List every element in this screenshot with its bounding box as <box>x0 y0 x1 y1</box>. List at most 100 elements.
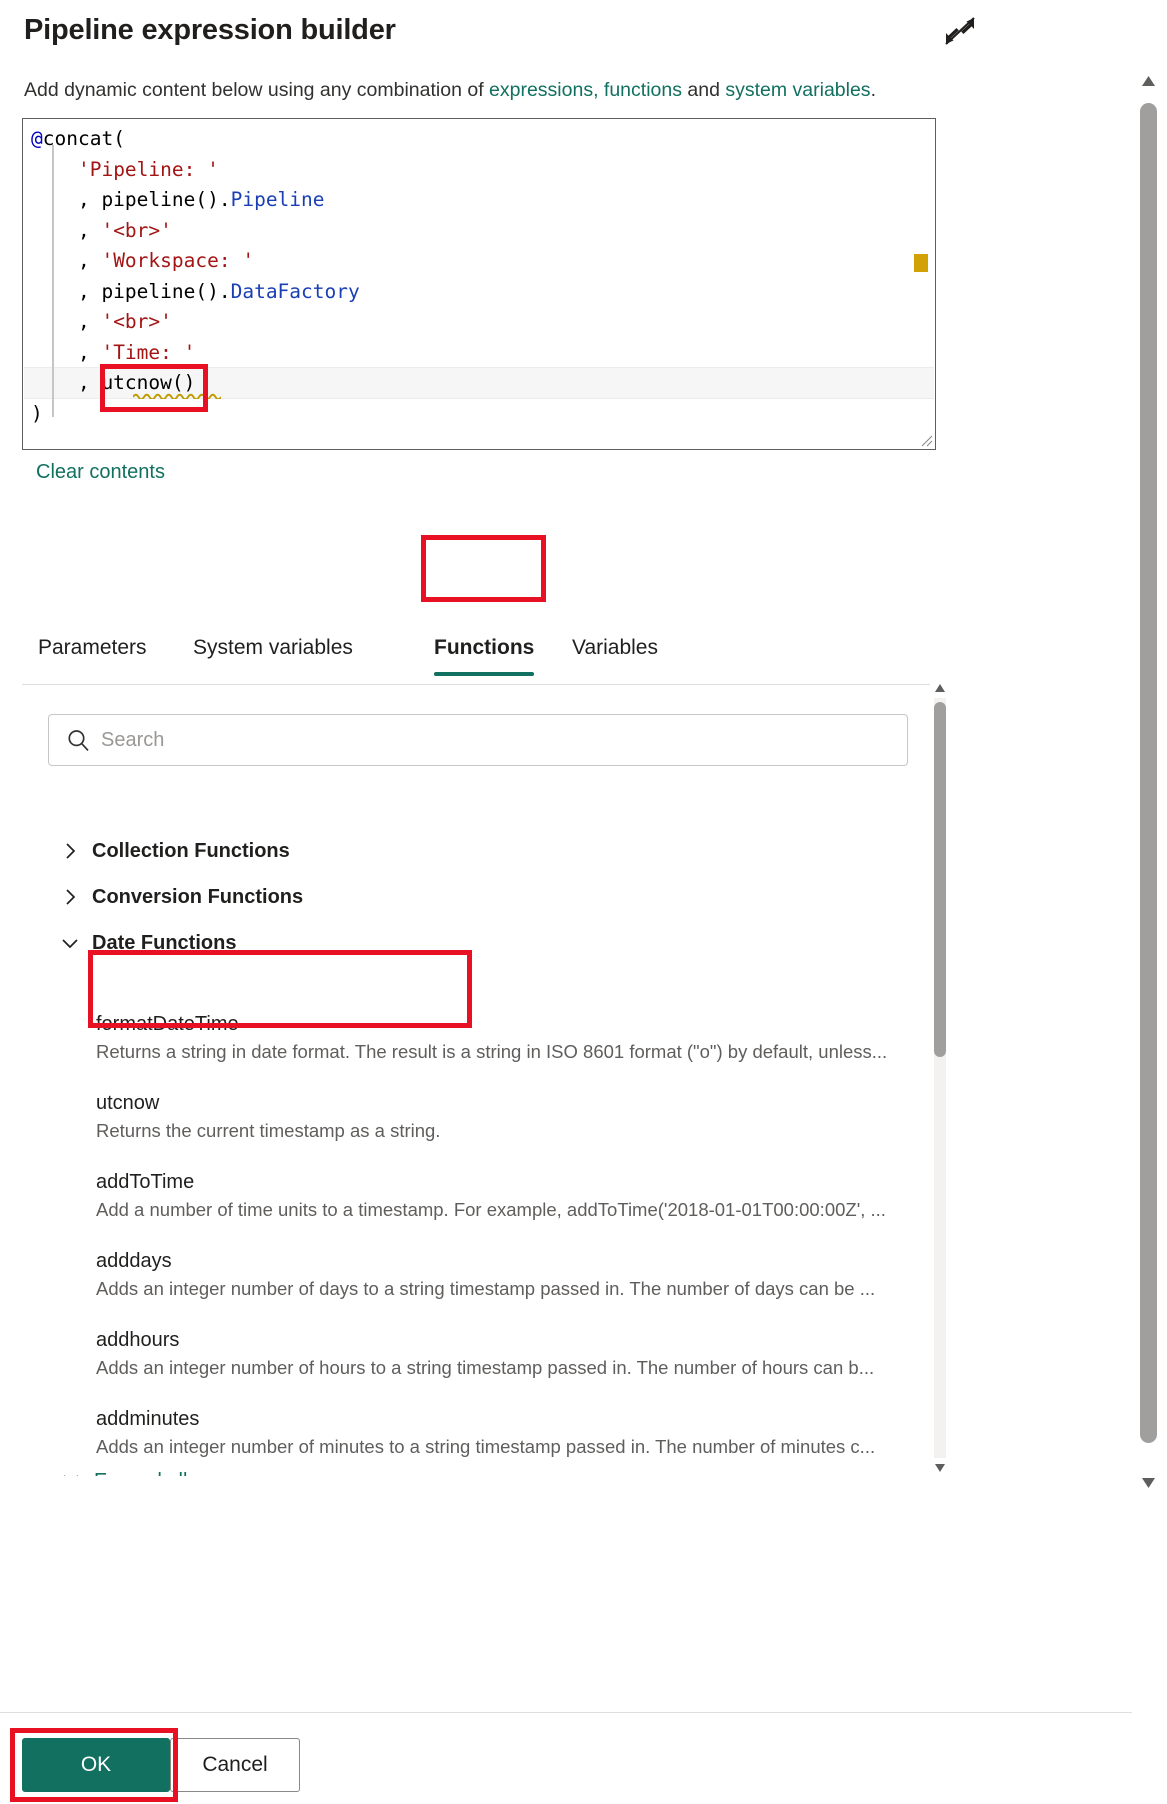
editor-squiggle-underline <box>133 393 221 399</box>
editor-line: , '<br>' <box>31 216 360 247</box>
function-item[interactable]: addminutes Adds an integer number of minu… <box>96 1405 932 1460</box>
editor-line: ) <box>31 399 360 430</box>
tab-variables[interactable]: Variables <box>572 628 658 684</box>
scrollbar-thumb[interactable] <box>934 702 946 1057</box>
function-item[interactable]: utcnow Returns the current timestamp as a… <box>96 1089 932 1144</box>
function-item[interactable]: addhours Adds an integer number of hours … <box>96 1326 932 1381</box>
code-token: , pipeline(). <box>31 188 231 211</box>
cancel-button[interactable]: Cancel <box>170 1738 300 1792</box>
page-scroll-up-arrow-icon[interactable] <box>1140 74 1157 88</box>
code-token: @ <box>31 127 43 150</box>
editor-code-text[interactable]: @concat( 'Pipeline: ' , pipeline().Pipel… <box>31 124 360 429</box>
code-token: concat( <box>42 127 125 150</box>
function-description: Add a number of time units to a timestam… <box>96 1199 886 1220</box>
code-token: , utcnow() <box>31 371 196 394</box>
code-token: , pipeline(). <box>31 279 231 303</box>
function-item[interactable]: addToTime Add a number of time units to a… <box>96 1168 932 1223</box>
editor-line: , pipeline().Pipeline <box>31 185 360 216</box>
chevron-right-icon <box>66 843 76 859</box>
code-token: ) <box>31 401 43 425</box>
tab-list: Parameters System variables Functions Varia… <box>38 628 1098 686</box>
tab-label: System variables <box>193 636 353 659</box>
link-functions[interactable]: functions <box>599 79 682 101</box>
function-item[interactable]: formatDateTime Returns a string in date f… <box>96 1010 932 1065</box>
clear-contents-link[interactable]: Clear contents <box>36 461 165 484</box>
code-token: , <box>31 249 102 272</box>
functions-list-viewport: Expand all Collection Functions Conversio… <box>0 776 936 1476</box>
link-expressions[interactable]: expressions, <box>489 79 598 101</box>
editor-line: , 'Workspace: ' <box>31 246 360 277</box>
function-description: Adds an integer number of minutes to a s… <box>96 1436 876 1457</box>
expand-all-label: Expand all <box>94 1470 187 1477</box>
code-token: 'Workspace: ' <box>101 249 255 272</box>
function-name: addhours <box>96 1329 180 1351</box>
expression-editor[interactable]: @concat( 'Pipeline: ' , pipeline().Pipel… <box>22 118 936 450</box>
function-group-label: Date Functions <box>92 931 237 954</box>
tab-active-underline <box>434 672 535 676</box>
function-name: addToTime <box>96 1171 195 1193</box>
tab-label: Variables <box>572 636 658 659</box>
scroll-up-arrow-icon[interactable] <box>934 682 946 694</box>
function-group-date-functions[interactable]: Date Functions <box>60 928 236 958</box>
function-name: formatDateTime <box>96 1013 239 1035</box>
double-chevron-down-icon <box>64 1475 78 1476</box>
code-token: , <box>31 340 102 364</box>
tab-label: Parameters <box>38 636 147 659</box>
editor-line: , 'Time: ' <box>31 338 360 369</box>
chevron-down-icon <box>62 939 78 949</box>
function-group-conversion-functions[interactable]: Conversion Functions <box>60 882 303 912</box>
editor-line: @concat( <box>31 124 360 155</box>
function-description: Returns the current timestamp as a strin… <box>96 1120 441 1141</box>
tab-label: Functions <box>434 636 535 659</box>
code-token: '<br>' <box>101 310 172 333</box>
subtitle-middle: and <box>681 79 726 101</box>
function-name: adddays <box>96 1250 172 1272</box>
function-group-label: Conversion Functions <box>92 885 304 908</box>
page-scroll-down-arrow-icon[interactable] <box>1140 1476 1157 1490</box>
dialog-panel: Pipeline expression builder Add dynamic … <box>0 0 1132 1804</box>
code-token: 'Pipeline: ' <box>77 157 219 181</box>
scroll-down-arrow-icon[interactable] <box>934 1462 946 1474</box>
tab-parameters[interactable]: Parameters <box>38 628 147 684</box>
code-token: , <box>31 310 102 333</box>
function-name: addminutes <box>96 1408 200 1430</box>
search-input[interactable] <box>99 715 889 765</box>
subtitle-prefix: Add dynamic content below using any comb… <box>24 79 490 101</box>
page-scrollbar[interactable] <box>1132 0 1167 1804</box>
expand-diagonal-icon[interactable] <box>936 8 984 54</box>
editor-ruler-marker <box>914 254 928 272</box>
function-name: utcnow <box>96 1092 160 1114</box>
page-scrollbar-thumb[interactable] <box>1140 103 1157 1443</box>
code-token: DataFactory <box>230 279 360 303</box>
ok-button[interactable]: OK <box>22 1738 170 1792</box>
expand-all-button[interactable]: Expand all <box>60 1466 187 1476</box>
function-description: Adds an integer number of days to a stri… <box>96 1278 876 1299</box>
code-token: , <box>31 218 102 242</box>
editor-line: , '<br>' <box>31 307 360 338</box>
code-token: Pipeline <box>230 188 325 211</box>
link-system-variables[interactable]: system variables <box>725 79 870 101</box>
page-title: Pipeline expression builder <box>24 14 396 46</box>
function-description: Returns a string in date format. The res… <box>96 1041 888 1062</box>
search-icon <box>68 730 89 751</box>
editor-line: , pipeline().DataFactory <box>31 277 360 308</box>
function-item[interactable]: adddays Adds an integer number of days to… <box>96 1247 932 1302</box>
tab-functions[interactable]: Functions <box>434 628 535 684</box>
search-box[interactable] <box>48 714 908 766</box>
dialog-subtitle: Add dynamic content below using any comb… <box>24 76 984 105</box>
tab-system-variables[interactable]: System variables <box>193 628 353 684</box>
code-token: 'Time: ' <box>101 340 196 364</box>
function-group-collection-functions[interactable]: Collection Functions <box>60 836 290 866</box>
function-description: Adds an integer number of hours to a str… <box>96 1357 875 1378</box>
editor-resize-handle[interactable] <box>919 433 933 447</box>
functions-list-scrollbar[interactable] <box>930 680 950 1476</box>
footer-divider <box>0 1712 1132 1713</box>
pipeline-expression-builder-dialog: Pipeline expression builder Add dynamic … <box>0 0 1167 1804</box>
subtitle-suffix: . <box>870 79 876 101</box>
chevron-right-icon <box>66 889 76 905</box>
editor-line: 'Pipeline: ' <box>31 155 360 186</box>
tabs-divider <box>22 684 936 685</box>
code-token: '<br>' <box>101 218 172 242</box>
function-group-label: Collection Functions <box>92 839 290 862</box>
